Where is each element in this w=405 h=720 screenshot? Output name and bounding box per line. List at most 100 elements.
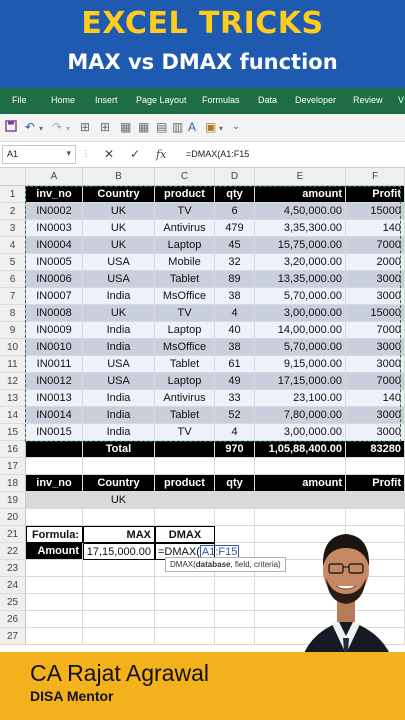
empty-cell[interactable] [155, 577, 215, 594]
data-cell[interactable]: IN0004 [26, 237, 83, 254]
empty-cell[interactable] [26, 628, 83, 645]
row-header-14[interactable]: 14 [0, 407, 26, 424]
row-header-27[interactable]: 27 [0, 628, 26, 645]
data-cell[interactable]: Antivirus [155, 390, 215, 407]
data-cell[interactable]: 6 [215, 203, 255, 220]
select-all-corner[interactable] [0, 168, 26, 186]
table-icon[interactable]: ▦ [120, 120, 131, 134]
criteria-header-cell[interactable]: Profit [346, 475, 405, 492]
data-cell[interactable]: 7000 [346, 373, 405, 390]
column-header-f[interactable]: F [346, 168, 405, 186]
data-cell[interactable]: 15000 [346, 203, 405, 220]
data-cell[interactable]: 49 [215, 373, 255, 390]
empty-cell[interactable] [26, 611, 83, 628]
data-cell[interactable]: USA [83, 356, 155, 373]
data-cell[interactable]: 3,20,000.00 [255, 254, 346, 271]
data-cell[interactable]: 7000 [346, 322, 405, 339]
data-cell[interactable]: USA [83, 271, 155, 288]
criteria-header-cell[interactable]: amount [255, 475, 346, 492]
filter-icon[interactable]: ▤ [156, 120, 167, 134]
row-header-12[interactable]: 12 [0, 373, 26, 390]
row-header-16[interactable]: 16 [0, 441, 26, 458]
data-cell[interactable]: 7,80,000.00 [255, 407, 346, 424]
grid-icon[interactable]: ⊞ [100, 120, 110, 134]
data-cell[interactable]: IN0008 [26, 305, 83, 322]
column-header-b[interactable]: B [83, 168, 155, 186]
data-cell[interactable]: IN0002 [26, 203, 83, 220]
empty-cell[interactable] [155, 594, 215, 611]
data-cell[interactable]: Tablet [155, 356, 215, 373]
criteria-cell[interactable] [346, 492, 405, 509]
row-header-5[interactable]: 5 [0, 254, 26, 271]
data-cell[interactable]: 3000 [346, 288, 405, 305]
data-cell[interactable]: Tablet [155, 271, 215, 288]
data-cell[interactable]: IN0010 [26, 339, 83, 356]
data-cell[interactable]: India [83, 322, 155, 339]
criteria-cell[interactable] [215, 492, 255, 509]
empty-cell[interactable] [346, 458, 405, 475]
name-box[interactable]: A1 ▾ [2, 145, 76, 164]
data-cell[interactable]: 3000 [346, 356, 405, 373]
data-cell[interactable]: 3000 [346, 271, 405, 288]
row-header-17[interactable]: 17 [0, 458, 26, 475]
total-profit-cell[interactable]: 83280 [346, 441, 405, 458]
paste-icon[interactable]: ▣ [205, 120, 216, 134]
empty-cell[interactable] [83, 509, 155, 526]
data-cell[interactable]: IN0006 [26, 271, 83, 288]
data-cell[interactable]: IN0007 [26, 288, 83, 305]
header-cell[interactable]: product [155, 186, 215, 203]
data-cell[interactable]: India [83, 407, 155, 424]
data-cell[interactable]: 9,15,000.00 [255, 356, 346, 373]
paste-dropdown-icon[interactable]: ▾ [219, 122, 223, 136]
row-header-8[interactable]: 8 [0, 305, 26, 322]
data-cell[interactable]: USA [83, 254, 155, 271]
tab-view[interactable]: V [398, 95, 404, 105]
data-cell[interactable]: 32 [215, 254, 255, 271]
header-cell[interactable]: qty [215, 186, 255, 203]
data-cell[interactable]: 5,70,000.00 [255, 288, 346, 305]
row-header-20[interactable]: 20 [0, 509, 26, 526]
row-header-10[interactable]: 10 [0, 339, 26, 356]
row-header-21[interactable]: 21 [0, 526, 26, 543]
row-header-15[interactable]: 15 [0, 424, 26, 441]
row-header-3[interactable]: 3 [0, 220, 26, 237]
empty-cell[interactable] [255, 458, 346, 475]
data-cell[interactable]: 4,50,000.00 [255, 203, 346, 220]
data-cell[interactable]: 33 [215, 390, 255, 407]
data-cell[interactable]: UK [83, 237, 155, 254]
criteria-header-cell[interactable]: qty [215, 475, 255, 492]
header-cell[interactable]: Country [83, 186, 155, 203]
enter-icon[interactable]: ✓ [130, 147, 140, 161]
data-cell[interactable]: 3000 [346, 424, 405, 441]
data-cell[interactable]: 40 [215, 322, 255, 339]
data-cell[interactable]: TV [155, 305, 215, 322]
data-cell[interactable]: 15,75,000.00 [255, 237, 346, 254]
tab-review[interactable]: Review [353, 95, 383, 105]
tab-page-layout[interactable]: Page Layout [136, 95, 187, 105]
data-cell[interactable]: 3000 [346, 407, 405, 424]
format-icon[interactable]: ▦ [138, 120, 149, 134]
tab-developer[interactable]: Developer [295, 95, 336, 105]
row-header-11[interactable]: 11 [0, 356, 26, 373]
undo-icon[interactable]: ↶ [25, 120, 35, 134]
empty-cell[interactable] [83, 594, 155, 611]
data-cell[interactable]: Laptop [155, 373, 215, 390]
tab-insert[interactable]: Insert [95, 95, 118, 105]
empty-cell[interactable] [215, 526, 255, 543]
empty-cell[interactable] [215, 628, 255, 645]
data-cell[interactable]: 52 [215, 407, 255, 424]
tab-formulas[interactable]: Formulas [202, 95, 240, 105]
row-header-2[interactable]: 2 [0, 203, 26, 220]
data-cell[interactable]: 140 [346, 220, 405, 237]
data-cell[interactable]: IN0012 [26, 373, 83, 390]
formula-label-cell[interactable]: Formula: [26, 526, 83, 543]
name-box-dropdown-icon[interactable]: ▾ [66, 148, 71, 159]
amount-label-cell[interactable]: Amount [26, 543, 83, 560]
empty-cell[interactable] [83, 458, 155, 475]
column-header-c[interactable]: C [155, 168, 215, 186]
criteria-cell[interactable] [26, 492, 83, 509]
data-cell[interactable]: India [83, 339, 155, 356]
empty-cell[interactable] [26, 577, 83, 594]
tab-data[interactable]: Data [258, 95, 277, 105]
data-cell[interactable]: 89 [215, 271, 255, 288]
